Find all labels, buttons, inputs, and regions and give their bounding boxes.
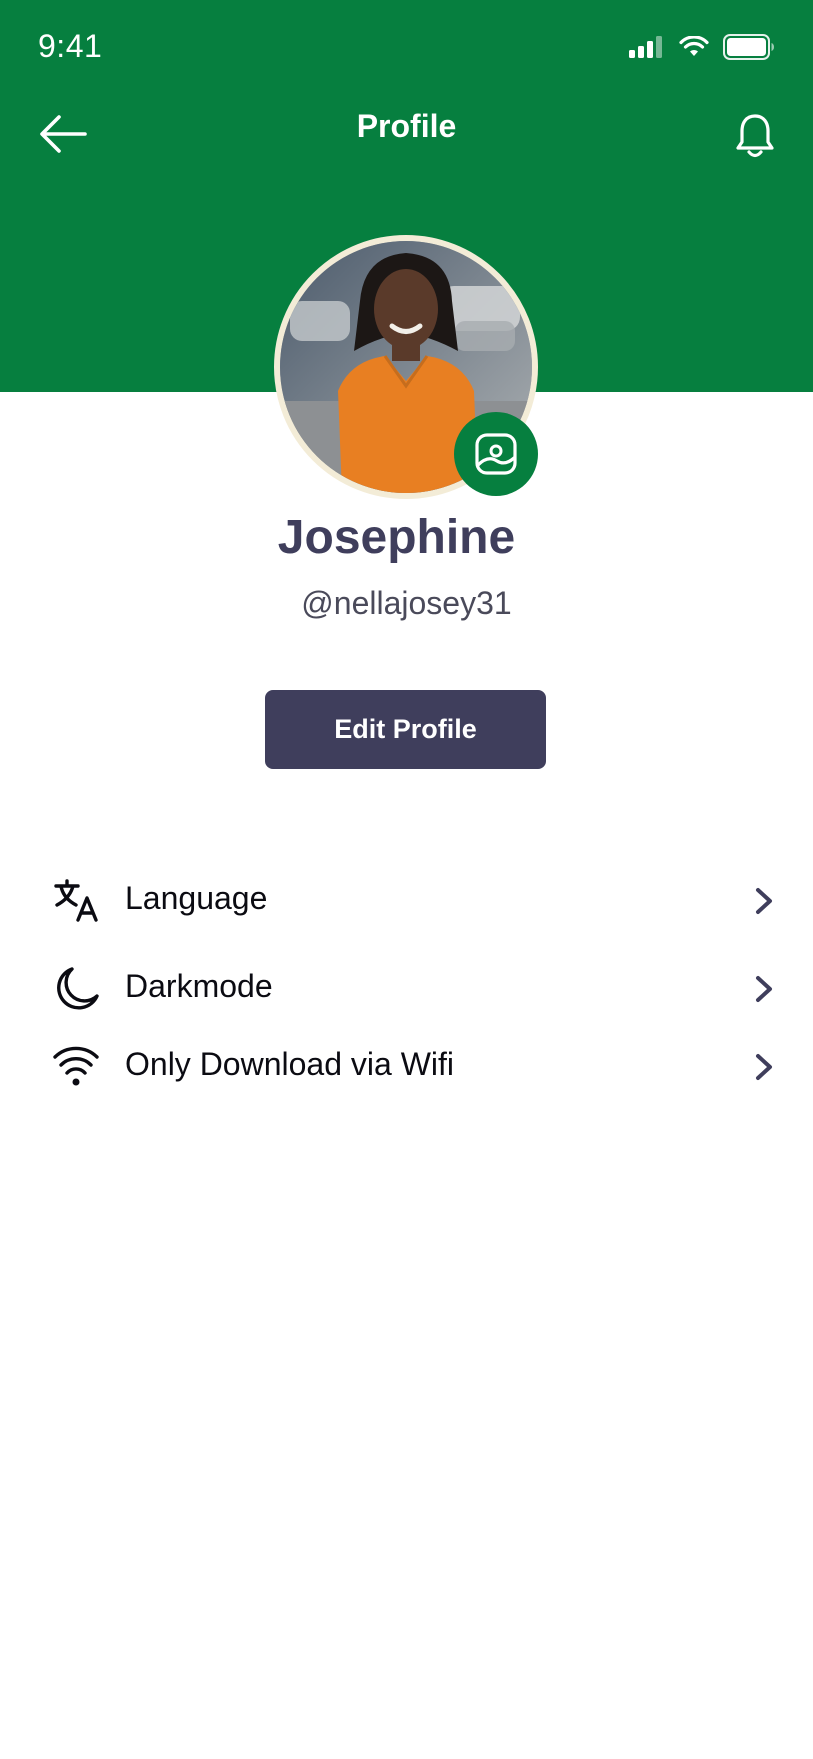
profile-handle: @nellajosey31 — [301, 585, 512, 621]
avatar-container — [274, 235, 538, 499]
wifi-status-icon — [679, 36, 709, 56]
menu-label-language: Language — [125, 880, 268, 916]
wifi-icon — [53, 1046, 99, 1086]
menu-label-darkmode: Darkmode — [125, 968, 273, 1004]
edit-profile-button[interactable]: Edit Profile — [265, 690, 546, 769]
change-photo-button[interactable] — [454, 412, 538, 496]
page-title: Profile — [356, 108, 457, 144]
menu-label-wifi-download: Only Download via Wifi — [125, 1046, 454, 1082]
battery-icon — [723, 34, 774, 60]
chevron-right-icon — [756, 888, 772, 914]
menu-item-darkmode[interactable]: Darkmode — [0, 958, 813, 1018]
chevron-right-icon — [756, 1054, 772, 1080]
menu-item-wifi-download[interactable]: Only Download via Wifi — [0, 1036, 813, 1096]
status-time: 9:41 — [38, 28, 103, 64]
bell-icon — [736, 114, 774, 158]
image-icon — [475, 433, 517, 475]
translate-icon — [54, 879, 98, 922]
notifications-button[interactable] — [735, 112, 775, 160]
status-icons — [629, 34, 775, 60]
signal-icon — [629, 36, 662, 58]
moon-icon — [57, 967, 99, 1010]
chevron-right-icon — [756, 976, 772, 1002]
profile-name: Josephine — [277, 511, 516, 564]
menu-item-language[interactable]: Language — [0, 870, 813, 930]
